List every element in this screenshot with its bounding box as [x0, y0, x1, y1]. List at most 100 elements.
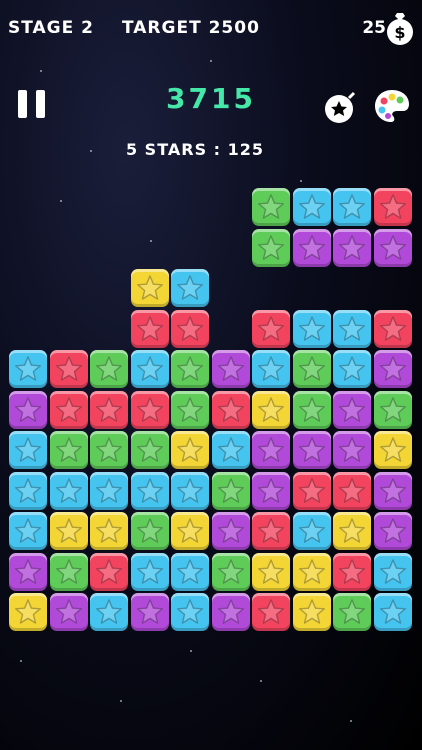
block-blue-r10c4[interactable]: [171, 593, 209, 631]
block-green-r5c9[interactable]: [374, 391, 412, 429]
block-yellow-r5c6[interactable]: [252, 391, 290, 429]
block-blue-r0c8[interactable]: [333, 188, 371, 226]
block-green-r10c8[interactable]: [333, 593, 371, 631]
star-icon: [380, 599, 406, 624]
block-red-r3c9[interactable]: [374, 310, 412, 348]
block-green-r5c4[interactable]: [171, 391, 209, 429]
block-purple-r5c0[interactable]: [9, 391, 47, 429]
block-green-r4c7[interactable]: [293, 350, 331, 388]
block-blue-r7c1[interactable]: [50, 472, 88, 510]
block-purple-r6c6[interactable]: [252, 431, 290, 469]
block-blue-r8c7[interactable]: [293, 512, 331, 550]
block-purple-r1c8[interactable]: [333, 229, 371, 267]
block-purple-r1c9[interactable]: [374, 229, 412, 267]
block-blue-r4c6[interactable]: [252, 350, 290, 388]
palette-icon: [375, 90, 409, 122]
block-green-r9c1[interactable]: [50, 553, 88, 591]
block-purple-r4c5[interactable]: [212, 350, 250, 388]
block-blue-r9c3[interactable]: [131, 553, 169, 591]
bomb-icon: [325, 91, 356, 123]
money-bag-icon[interactable]: $: [384, 10, 416, 46]
block-purple-r9c0[interactable]: [9, 553, 47, 591]
block-green-r0c6[interactable]: [252, 188, 290, 226]
block-purple-r7c9[interactable]: [374, 472, 412, 510]
block-yellow-r8c8[interactable]: [333, 512, 371, 550]
block-yellow-r6c4[interactable]: [171, 431, 209, 469]
block-yellow-r9c7[interactable]: [293, 553, 331, 591]
block-blue-r7c2[interactable]: [90, 472, 128, 510]
bomb-button[interactable]: [324, 90, 358, 124]
block-blue-r7c4[interactable]: [171, 472, 209, 510]
block-red-r4c1[interactable]: [50, 350, 88, 388]
block-red-r7c8[interactable]: [333, 472, 371, 510]
block-blue-r4c8[interactable]: [333, 350, 371, 388]
block-blue-r10c2[interactable]: [90, 593, 128, 631]
block-purple-r6c7[interactable]: [293, 431, 331, 469]
block-yellow-r8c4[interactable]: [171, 512, 209, 550]
target-label: TARGET 2500: [122, 18, 260, 38]
block-green-r1c6[interactable]: [252, 229, 290, 267]
block-green-r5c7[interactable]: [293, 391, 331, 429]
block-red-r3c4[interactable]: [171, 310, 209, 348]
block-blue-r3c7[interactable]: [293, 310, 331, 348]
block-red-r7c7[interactable]: [293, 472, 331, 510]
block-red-r9c8[interactable]: [333, 553, 371, 591]
block-blue-r7c0[interactable]: [9, 472, 47, 510]
block-purple-r6c8[interactable]: [333, 431, 371, 469]
block-purple-r10c1[interactable]: [50, 593, 88, 631]
block-purple-r7c6[interactable]: [252, 472, 290, 510]
star-icon: [380, 437, 406, 462]
block-blue-r7c3[interactable]: [131, 472, 169, 510]
block-blue-r2c4[interactable]: [171, 269, 209, 307]
block-yellow-r8c2[interactable]: [90, 512, 128, 550]
block-red-r5c3[interactable]: [131, 391, 169, 429]
block-blue-r3c8[interactable]: [333, 310, 371, 348]
block-green-r4c4[interactable]: [171, 350, 209, 388]
block-yellow-r10c7[interactable]: [293, 593, 331, 631]
star-icon: [299, 235, 325, 260]
block-green-r6c3[interactable]: [131, 431, 169, 469]
block-green-r4c2[interactable]: [90, 350, 128, 388]
palette-button[interactable]: [373, 88, 411, 124]
block-blue-r8c0[interactable]: [9, 512, 47, 550]
block-yellow-r10c0[interactable]: [9, 593, 47, 631]
block-purple-r10c3[interactable]: [131, 593, 169, 631]
block-yellow-r9c6[interactable]: [252, 553, 290, 591]
block-blue-r10c9[interactable]: [374, 593, 412, 631]
block-red-r5c1[interactable]: [50, 391, 88, 429]
block-purple-r1c7[interactable]: [293, 229, 331, 267]
block-red-r3c6[interactable]: [252, 310, 290, 348]
block-red-r5c2[interactable]: [90, 391, 128, 429]
block-blue-r4c0[interactable]: [9, 350, 47, 388]
block-red-r3c3[interactable]: [131, 310, 169, 348]
block-blue-r6c0[interactable]: [9, 431, 47, 469]
star-icon: [339, 235, 365, 260]
star-icon: [380, 478, 406, 503]
block-purple-r5c8[interactable]: [333, 391, 371, 429]
block-green-r9c5[interactable]: [212, 553, 250, 591]
block-red-r8c6[interactable]: [252, 512, 290, 550]
block-green-r6c1[interactable]: [50, 431, 88, 469]
block-yellow-r2c3[interactable]: [131, 269, 169, 307]
block-red-r0c9[interactable]: [374, 188, 412, 226]
block-yellow-r8c1[interactable]: [50, 512, 88, 550]
block-green-r7c5[interactable]: [212, 472, 250, 510]
block-yellow-r6c9[interactable]: [374, 431, 412, 469]
top-bar: STAGE 2 TARGET 2500 25 $: [0, 0, 422, 60]
star-icon: [218, 356, 244, 381]
block-purple-r10c5[interactable]: [212, 593, 250, 631]
block-green-r8c3[interactable]: [131, 512, 169, 550]
block-blue-r0c7[interactable]: [293, 188, 331, 226]
block-blue-r4c3[interactable]: [131, 350, 169, 388]
block-blue-r6c5[interactable]: [212, 431, 250, 469]
block-blue-r9c9[interactable]: [374, 553, 412, 591]
block-purple-r4c9[interactable]: [374, 350, 412, 388]
block-blue-r9c4[interactable]: [171, 553, 209, 591]
block-red-r10c6[interactable]: [252, 593, 290, 631]
block-purple-r8c9[interactable]: [374, 512, 412, 550]
block-green-r6c2[interactable]: [90, 431, 128, 469]
block-red-r5c5[interactable]: [212, 391, 250, 429]
star-icon: [137, 356, 163, 381]
block-red-r9c2[interactable]: [90, 553, 128, 591]
block-purple-r8c5[interactable]: [212, 512, 250, 550]
